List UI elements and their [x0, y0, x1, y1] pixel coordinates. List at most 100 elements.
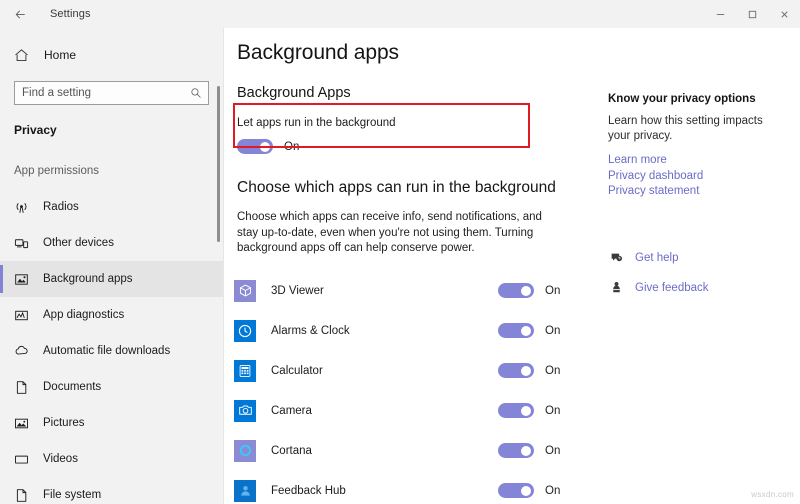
cortana-ring-icon — [234, 440, 256, 462]
minimize-icon — [715, 9, 726, 20]
devices-icon — [14, 235, 34, 251]
home-icon — [14, 48, 36, 63]
sidebar-item-pictures[interactable]: Pictures — [0, 405, 223, 441]
maximize-icon — [747, 9, 758, 20]
app-toggle[interactable] — [498, 283, 534, 298]
close-icon — [779, 9, 790, 20]
sidebar-item-videos[interactable]: Videos — [0, 441, 223, 477]
sidebar-item-radios[interactable]: Radios — [0, 189, 223, 225]
rail-description: Learn how this setting impacts your priv… — [608, 114, 768, 144]
document-icon — [14, 379, 34, 395]
app-toggle-state: On — [545, 485, 560, 497]
app-toggle-state: On — [545, 365, 560, 377]
app-name: Calculator — [271, 365, 498, 377]
app-row: Feedback Hub On — [224, 471, 608, 504]
sidebar-item-label: Radios — [43, 201, 79, 213]
master-toggle-row: On — [237, 139, 608, 154]
sidebar-item-label: Pictures — [43, 417, 85, 429]
chooser-title: Choose which apps can run in the backgro… — [237, 178, 608, 198]
app-row: Cortana On — [224, 431, 608, 471]
app-name: 3D Viewer — [271, 285, 498, 297]
toggle-knob — [521, 366, 531, 376]
app-toggle[interactable] — [498, 483, 534, 498]
background-apps-icon — [14, 271, 34, 287]
master-toggle-state: On — [284, 141, 299, 153]
cube-icon — [234, 280, 256, 302]
app-name: Alarms & Clock — [271, 325, 498, 337]
calculator-icon — [234, 360, 256, 382]
sidebar-home-label: Home — [44, 48, 76, 62]
link-privacy-statement[interactable]: Privacy statement — [608, 184, 800, 200]
feedback-person-icon — [234, 480, 256, 502]
sidebar-item-label: Automatic file downloads — [43, 345, 170, 357]
sidebar-item-label: Other devices — [43, 237, 114, 249]
watermark: wsxdn.com — [751, 490, 794, 499]
feedback-person-icon — [608, 281, 624, 294]
app-toggle[interactable] — [498, 443, 534, 458]
sidebar-group-label: App permissions — [0, 165, 223, 177]
master-background-apps-toggle[interactable] — [237, 139, 273, 154]
window-body: Home Privacy App permissions — [0, 28, 800, 504]
app-toggle-state: On — [545, 325, 560, 337]
maximize-button[interactable] — [736, 0, 768, 28]
sidebar-item-automatic-file-downloads[interactable]: Automatic file downloads — [0, 333, 223, 369]
sidebar-item-home[interactable]: Home — [0, 40, 223, 70]
page-title: Background apps — [237, 40, 608, 66]
app-toggle-cell: On — [498, 363, 608, 378]
sidebar-item-file-system[interactable]: File system — [0, 477, 223, 504]
toggle-knob — [521, 446, 531, 456]
cloud-download-icon — [14, 343, 34, 359]
sidebar-item-documents[interactable]: Documents — [0, 369, 223, 405]
window-controls — [704, 0, 800, 28]
toggle-knob — [521, 286, 531, 296]
close-button[interactable] — [768, 0, 800, 28]
sidebar-item-app-diagnostics[interactable]: App diagnostics — [0, 297, 223, 333]
sidebar-scrollbar-thumb[interactable] — [217, 86, 220, 242]
radio-signal-icon — [14, 199, 34, 215]
give-feedback-button[interactable]: Give feedback — [608, 278, 800, 298]
sidebar-nav: Radios Other devices — [0, 189, 223, 504]
help-bubble-icon — [608, 251, 624, 264]
search-input[interactable] — [15, 82, 190, 104]
app-toggle[interactable] — [498, 323, 534, 338]
toggle-knob — [521, 326, 531, 336]
link-privacy-dashboard[interactable]: Privacy dashboard — [608, 169, 800, 185]
camera-icon — [234, 400, 256, 422]
toggle-knob — [521, 486, 531, 496]
app-toggle[interactable] — [498, 403, 534, 418]
sidebar-scrollbar[interactable] — [216, 28, 222, 504]
app-diagnostics-icon — [14, 307, 34, 323]
minimize-button[interactable] — [704, 0, 736, 28]
search-box[interactable] — [14, 81, 209, 105]
toggle-knob — [521, 406, 531, 416]
section-title: Background Apps — [237, 83, 608, 103]
title-bar: Settings — [0, 0, 800, 28]
main-content: Background apps Background Apps Let apps… — [224, 28, 800, 504]
app-toggle-state: On — [545, 285, 560, 297]
app-name: Camera — [271, 405, 498, 417]
back-button[interactable] — [0, 0, 40, 28]
rail-links: Learn more Privacy dashboard Privacy sta… — [608, 153, 800, 200]
back-arrow-icon — [14, 8, 27, 21]
sidebar-item-label: Videos — [43, 453, 78, 465]
get-help-label: Get help — [635, 252, 678, 264]
search-icon[interactable] — [190, 87, 208, 99]
link-learn-more[interactable]: Learn more — [608, 153, 800, 169]
app-toggle-state: On — [545, 445, 560, 457]
sidebar-item-label: Documents — [43, 381, 101, 393]
sidebar-item-background-apps[interactable]: Background apps — [0, 261, 223, 297]
app-name: Cortana — [271, 445, 498, 457]
master-toggle-label: Let apps run in the background — [237, 116, 608, 130]
chooser-description: Choose which apps can receive info, send… — [237, 210, 549, 257]
app-toggle[interactable] — [498, 363, 534, 378]
videos-icon — [14, 451, 34, 467]
app-row: Alarms & Clock On — [224, 311, 608, 351]
sidebar-item-other-devices[interactable]: Other devices — [0, 225, 223, 261]
sidebar-item-label: App diagnostics — [43, 309, 124, 321]
app-row: Calculator On — [224, 351, 608, 391]
app-toggle-cell: On — [498, 323, 608, 338]
sidebar-item-label: File system — [43, 489, 101, 501]
get-help-button[interactable]: Get help — [608, 248, 800, 268]
pictures-icon — [14, 415, 34, 431]
app-toggle-cell: On — [498, 443, 608, 458]
